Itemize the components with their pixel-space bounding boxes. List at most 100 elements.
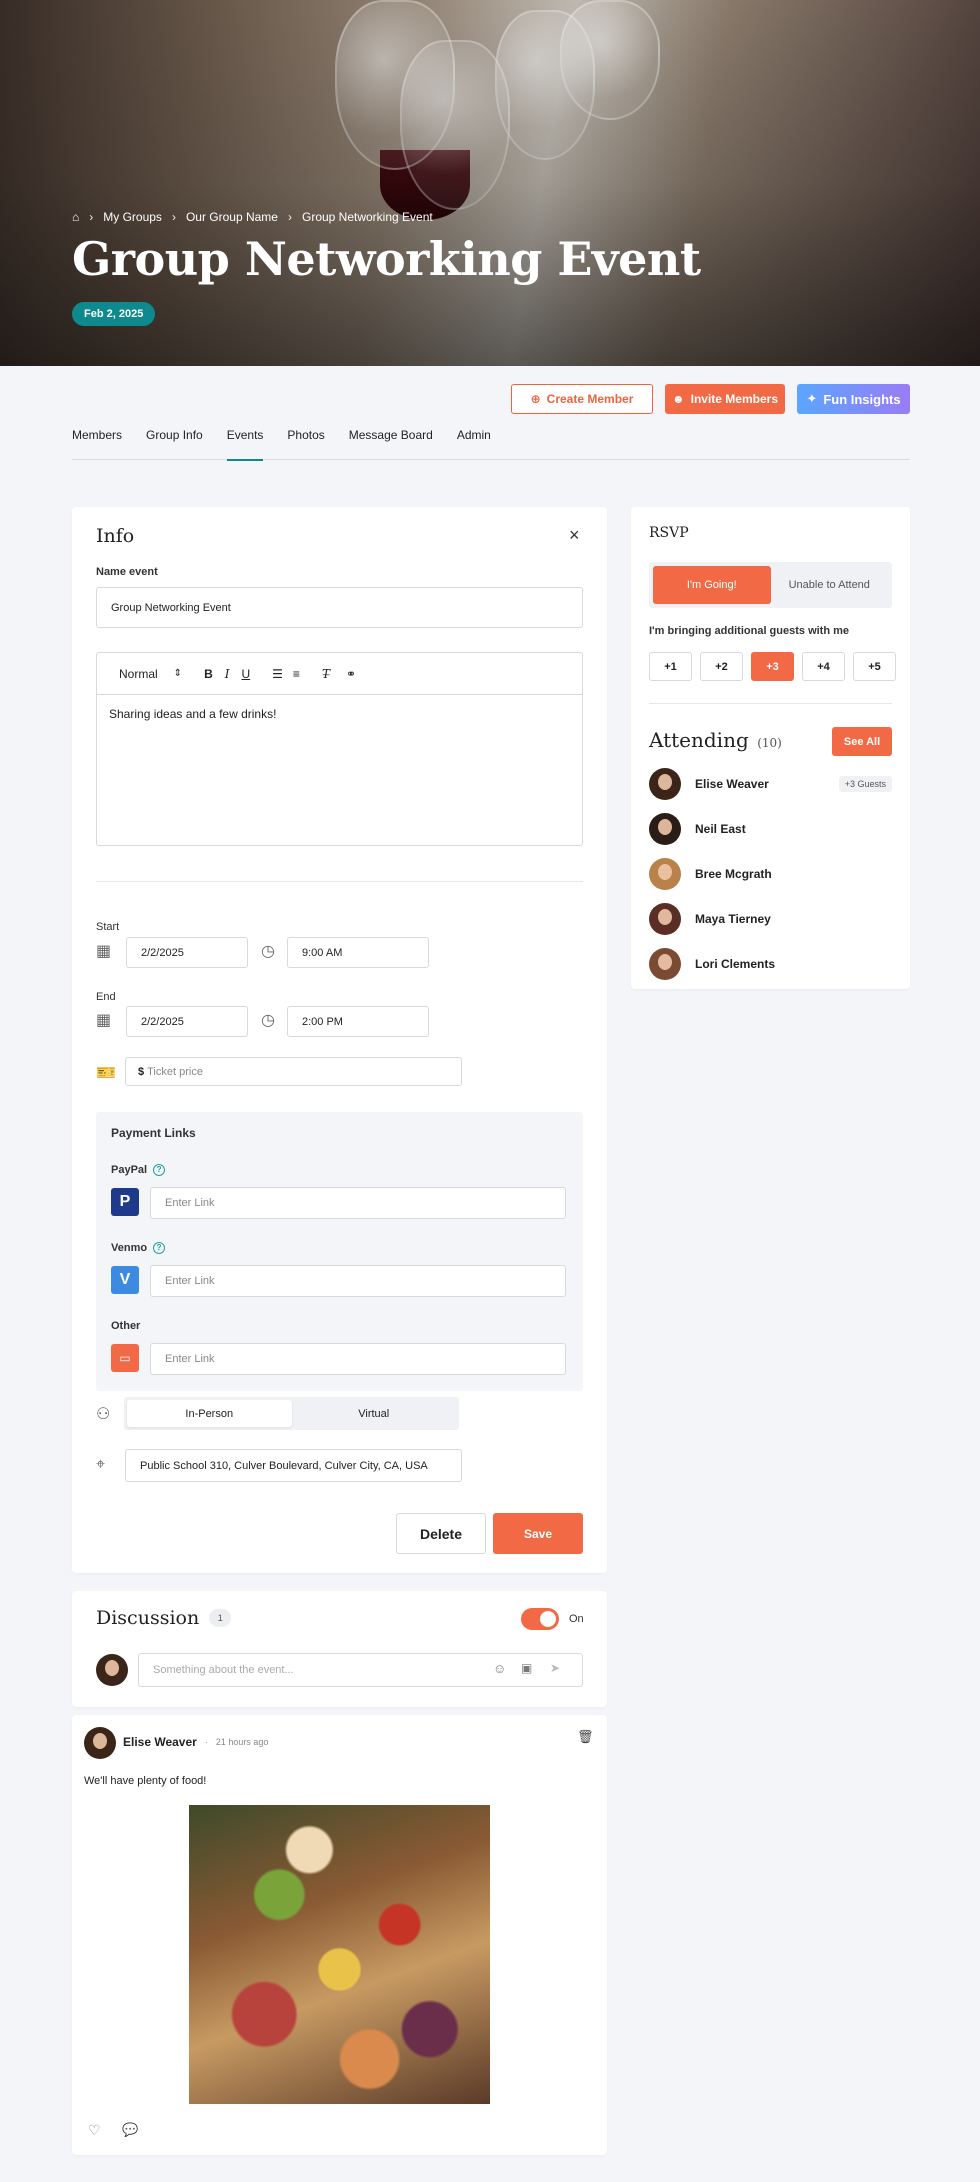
- location-pin-icon: ⌖: [96, 1456, 106, 1473]
- guest-option[interactable]: +1: [649, 652, 692, 681]
- bold-icon[interactable]: B: [204, 667, 213, 681]
- toggle-label: On: [569, 1613, 584, 1625]
- trash-icon[interactable]: 🗑: [577, 1729, 594, 1745]
- create-member-button[interactable]: ⊕ Create Member: [511, 384, 653, 414]
- in-person-option[interactable]: In-Person: [127, 1400, 292, 1427]
- fun-insights-label: Fun Insights: [823, 391, 901, 407]
- going-button[interactable]: I'm Going!: [653, 566, 771, 604]
- text-style-select[interactable]: Normal: [119, 667, 158, 681]
- start-date-input[interactable]: 2/2/2025: [126, 937, 248, 968]
- unable-button[interactable]: Unable to Attend: [771, 566, 889, 604]
- avatar: [649, 948, 681, 980]
- meta-dot: ·: [204, 1737, 208, 1747]
- payment-links-title: Payment Links: [111, 1126, 196, 1140]
- breadcrumb-item[interactable]: Group Networking Event: [302, 210, 433, 224]
- attendee-row[interactable]: Lori Clements: [649, 948, 892, 980]
- attendee-name: Bree Mcgrath: [695, 867, 772, 881]
- location-input[interactable]: Public School 310, Culver Boulevard, Cul…: [125, 1449, 462, 1482]
- rsvp-toggle: I'm Going! Unable to Attend: [649, 562, 892, 608]
- tab-events[interactable]: Events: [226, 420, 263, 461]
- venmo-label-text: Venmo: [111, 1242, 148, 1254]
- venmo-label: Venmo?: [111, 1242, 166, 1255]
- see-all-button[interactable]: See All: [832, 727, 892, 756]
- info-title: Info: [96, 525, 135, 547]
- paypal-label: PayPal?: [111, 1164, 166, 1177]
- venmo-link-input[interactable]: Enter Link: [150, 1265, 566, 1297]
- guest-option[interactable]: +4: [802, 652, 845, 681]
- guests-badge: +3 Guests: [838, 776, 892, 792]
- close-icon[interactable]: ×: [569, 525, 580, 546]
- home-icon[interactable]: ⌂: [72, 210, 79, 224]
- end-date-input[interactable]: 2/2/2025: [126, 1006, 248, 1037]
- tab-admin[interactable]: Admin: [457, 420, 491, 460]
- post-image[interactable]: [189, 1805, 490, 2104]
- post-author[interactable]: Elise Weaver: [123, 1735, 197, 1749]
- heart-icon[interactable]: ♡: [88, 2122, 101, 2139]
- attendee-row[interactable]: Bree Mcgrath: [649, 858, 892, 890]
- ordered-list-icon[interactable]: ☰: [272, 667, 283, 681]
- users-icon: ⚇: [96, 1406, 111, 1423]
- bullet-list-icon[interactable]: ≡: [293, 667, 300, 681]
- tab-members[interactable]: Members: [72, 420, 122, 460]
- avatar: [96, 1654, 128, 1686]
- chevron-right-icon: ›: [171, 210, 176, 224]
- attendee-row[interactable]: Neil East: [649, 813, 892, 845]
- guest-option[interactable]: +5: [853, 652, 896, 681]
- comment-placeholder: Something about the event...: [153, 1664, 294, 1676]
- post-timestamp: 21 hours ago: [215, 1737, 269, 1747]
- underline-icon[interactable]: U: [241, 667, 250, 681]
- paypal-label-text: PayPal: [111, 1164, 148, 1176]
- clock-icon: ◷: [261, 943, 275, 960]
- attendee-name: Maya Tierney: [695, 912, 771, 926]
- italic-icon[interactable]: I: [225, 667, 230, 681]
- avatar: [649, 768, 681, 800]
- invite-members-label: Invite Members: [690, 392, 778, 406]
- attendee-row[interactable]: Elise Weaver +3 Guests: [649, 768, 892, 800]
- other-label: Other: [111, 1320, 141, 1332]
- breadcrumb-item[interactable]: Our Group Name: [186, 210, 278, 224]
- help-icon[interactable]: ?: [153, 1164, 166, 1177]
- guest-option-selected[interactable]: +3: [751, 652, 794, 681]
- paypal-link-input[interactable]: Enter Link: [150, 1187, 566, 1219]
- end-time-input[interactable]: 2:00 PM: [287, 1006, 429, 1037]
- other-link-input[interactable]: Enter Link: [150, 1343, 566, 1375]
- attendee-name: Elise Weaver: [695, 777, 769, 791]
- emoji-icon[interactable]: ☺: [493, 1661, 506, 1676]
- comment-icon[interactable]: 💬: [122, 2122, 138, 2138]
- name-event-label: Name event: [96, 566, 158, 578]
- guest-option[interactable]: +2: [700, 652, 743, 681]
- save-button[interactable]: Save: [493, 1513, 583, 1554]
- tab-photos[interactable]: Photos: [287, 420, 324, 460]
- tab-message-board[interactable]: Message Board: [349, 420, 433, 460]
- post-card: Elise Weaver · 21 hours ago 🗑 We'll have…: [72, 1715, 607, 2155]
- breadcrumb-item[interactable]: My Groups: [103, 210, 162, 224]
- ticket-price-input[interactable]: $ Ticket price: [125, 1057, 462, 1086]
- tab-group-info[interactable]: Group Info: [146, 420, 203, 460]
- fun-insights-button[interactable]: ✦ Fun Insights: [797, 384, 910, 414]
- comment-input[interactable]: Something about the event...: [138, 1653, 583, 1687]
- help-icon[interactable]: ?: [153, 1242, 166, 1255]
- ticket-price-placeholder: Ticket price: [147, 1065, 203, 1078]
- hero-banner: ⌂ › My Groups › Our Group Name › Group N…: [0, 0, 980, 366]
- divider: [96, 881, 583, 882]
- name-event-input[interactable]: Group Networking Event: [96, 587, 583, 628]
- invite-members-button[interactable]: ☻ Invite Members: [665, 384, 785, 414]
- attendee-row[interactable]: Maya Tierney: [649, 903, 892, 935]
- send-icon[interactable]: ➤: [550, 1661, 560, 1675]
- comment-count-badge: 1: [209, 1609, 232, 1627]
- link-icon[interactable]: ⚭: [346, 667, 356, 681]
- attendee-name: Neil East: [695, 822, 746, 836]
- avatar: [649, 903, 681, 935]
- discussion-toggle[interactable]: [521, 1608, 559, 1630]
- delete-button[interactable]: Delete: [396, 1513, 486, 1554]
- updown-icon[interactable]: ⇕: [174, 668, 182, 679]
- page-title: Group Networking Event: [72, 232, 701, 286]
- end-label: End: [96, 991, 116, 1003]
- start-time-input[interactable]: 9:00 AM: [287, 937, 429, 968]
- virtual-option[interactable]: Virtual: [292, 1400, 457, 1427]
- card-icon: ▭: [111, 1344, 139, 1372]
- avatar: [649, 858, 681, 890]
- image-icon[interactable]: ▣: [521, 1661, 532, 1675]
- clear-format-icon[interactable]: T̶: [322, 667, 330, 681]
- description-editor[interactable]: Sharing ideas and a few drinks!: [96, 694, 583, 846]
